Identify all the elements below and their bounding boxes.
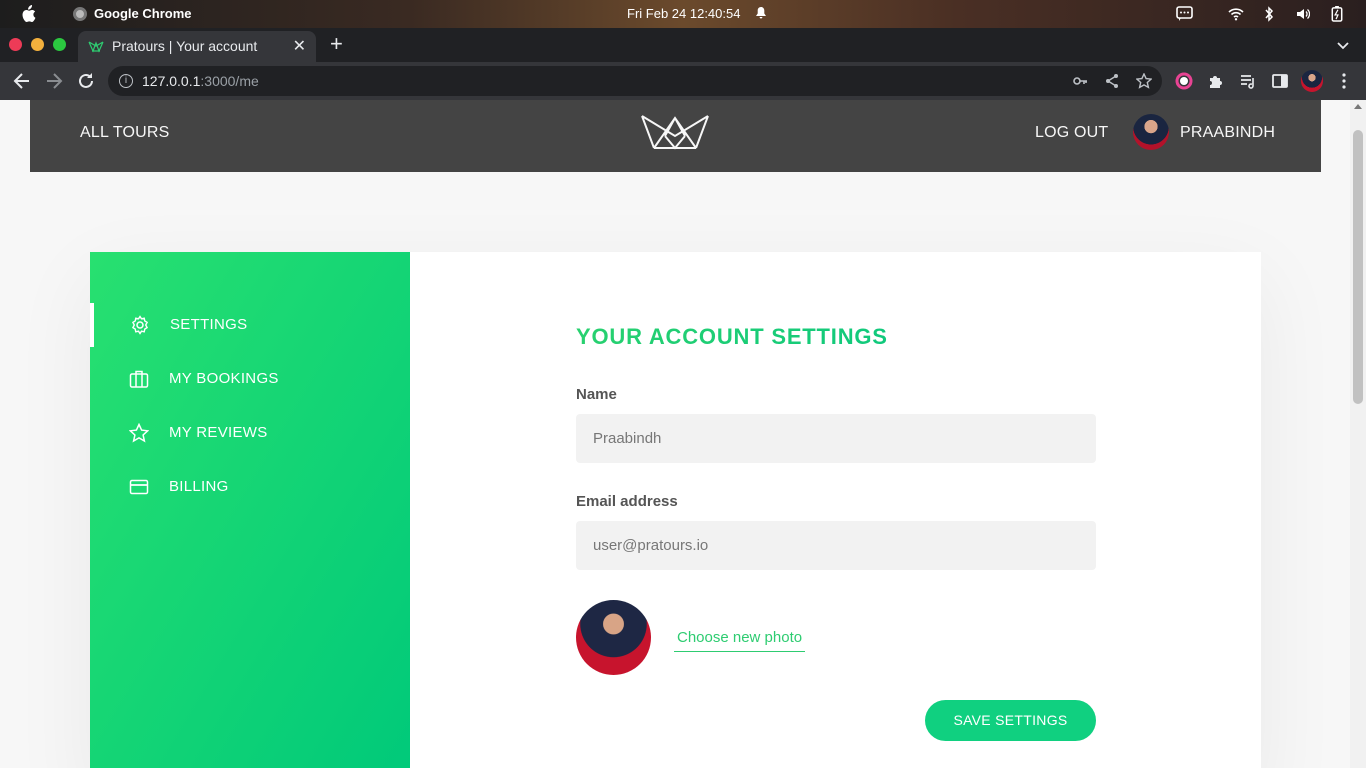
page-scrollbar[interactable] (1350, 100, 1366, 768)
new-tab-button[interactable]: + (330, 31, 343, 57)
user-avatar[interactable] (1133, 114, 1169, 150)
reload-icon[interactable] (75, 70, 97, 92)
window-minimize-button[interactable] (31, 38, 44, 51)
credit-card-icon (129, 479, 149, 495)
star-icon (129, 423, 149, 443)
name-label: Name (576, 386, 617, 403)
user-name-link[interactable]: PRAABINDH (1180, 124, 1275, 142)
sidebar-item-label: SETTINGS (170, 316, 248, 333)
apple-icon[interactable] (20, 5, 36, 23)
save-settings-button[interactable]: SAVE SETTINGS (925, 700, 1096, 741)
site-info-icon[interactable]: i (119, 74, 133, 88)
profile-avatar-icon[interactable] (1301, 70, 1323, 92)
scroll-up-arrow-icon[interactable] (1354, 104, 1362, 109)
tab-title: Pratours | Your account (112, 38, 258, 54)
sidebar-item-my-bookings[interactable]: MY BOOKINGS (90, 357, 410, 401)
bluetooth-icon[interactable] (1264, 6, 1274, 22)
chrome-app-icon (73, 7, 87, 21)
battery-icon[interactable] (1331, 6, 1343, 22)
site-header: ALL TOURS LOG OUT PRAABINDH (30, 100, 1321, 172)
address-url[interactable]: 127.0.0.1:3000/me (142, 73, 259, 89)
choose-photo-link[interactable]: Choose new photo (674, 629, 806, 652)
wifi-icon[interactable] (1228, 6, 1244, 22)
window-close-button[interactable] (9, 38, 22, 51)
address-bar[interactable]: i 127.0.0.1:3000/me (108, 66, 1162, 96)
sidebar-item-label: MY REVIEWS (169, 424, 268, 441)
name-field[interactable]: Praabindh (576, 414, 1096, 463)
sidebar-item-my-reviews[interactable]: MY REVIEWS (90, 411, 410, 455)
tab-search-chevron-icon[interactable] (1336, 38, 1350, 52)
user-photo (576, 600, 651, 675)
notification-bell-icon[interactable] (756, 7, 766, 19)
briefcase-icon (129, 370, 149, 388)
log-out-link[interactable]: LOG OUT (1035, 124, 1108, 142)
window-maximize-button[interactable] (53, 38, 66, 51)
extensions-puzzle-icon[interactable] (1207, 72, 1225, 90)
page-title: YOUR ACCOUNT SETTINGS (576, 324, 888, 349)
browser-tab-strip: Pratours | Your account ✕ + (0, 28, 1366, 62)
browser-toolbar: i 127.0.0.1:3000/me (0, 62, 1366, 100)
browser-tab-active[interactable]: Pratours | Your account ✕ (78, 31, 316, 62)
key-icon[interactable] (1072, 73, 1088, 89)
url-path: :3000/me (200, 73, 259, 89)
account-card: SETTINGS MY BOOKINGS MY REVIEWS BILLING (90, 252, 1261, 768)
system-clock[interactable]: Fri Feb 24 12:40:54 (627, 6, 740, 21)
volume-icon[interactable] (1296, 6, 1310, 22)
url-host: 127.0.0.1 (142, 73, 201, 89)
sidebar-item-label: BILLING (169, 478, 229, 495)
all-tours-link[interactable]: ALL TOURS (80, 124, 170, 142)
account-sidebar: SETTINGS MY BOOKINGS MY REVIEWS BILLING (90, 252, 410, 768)
sidebar-item-billing[interactable]: BILLING (90, 465, 410, 509)
sidebar-item-label: MY BOOKINGS (169, 370, 279, 387)
settings-icon (131, 315, 149, 335)
pratours-logo-icon[interactable] (640, 112, 710, 150)
forward-arrow-icon[interactable] (43, 70, 65, 92)
email-label: Email address (576, 493, 678, 510)
scrollbar-thumb[interactable] (1353, 130, 1363, 404)
os-top-bar: Google Chrome Fri Feb 24 12:40:54 (0, 0, 1366, 28)
reading-list-icon[interactable] (1239, 72, 1257, 90)
bookmark-star-icon[interactable] (1136, 73, 1152, 89)
email-field[interactable]: user@pratours.io (576, 521, 1096, 570)
back-arrow-icon[interactable] (11, 70, 33, 92)
tab-close-icon[interactable]: ✕ (293, 36, 306, 56)
color-picker-extension-icon[interactable] (1175, 72, 1193, 90)
active-app-name[interactable]: Google Chrome (94, 6, 192, 21)
chrome-menu-icon[interactable] (1336, 72, 1352, 90)
side-panel-icon[interactable] (1271, 72, 1289, 90)
page-viewport: ALL TOURS LOG OUT PRAABINDH SETTINGS MY … (0, 100, 1350, 768)
chat-tray-icon[interactable] (1176, 6, 1193, 22)
share-icon[interactable] (1104, 73, 1120, 89)
sidebar-item-settings[interactable]: SETTINGS (90, 303, 410, 347)
pratours-favicon-icon (88, 41, 104, 53)
